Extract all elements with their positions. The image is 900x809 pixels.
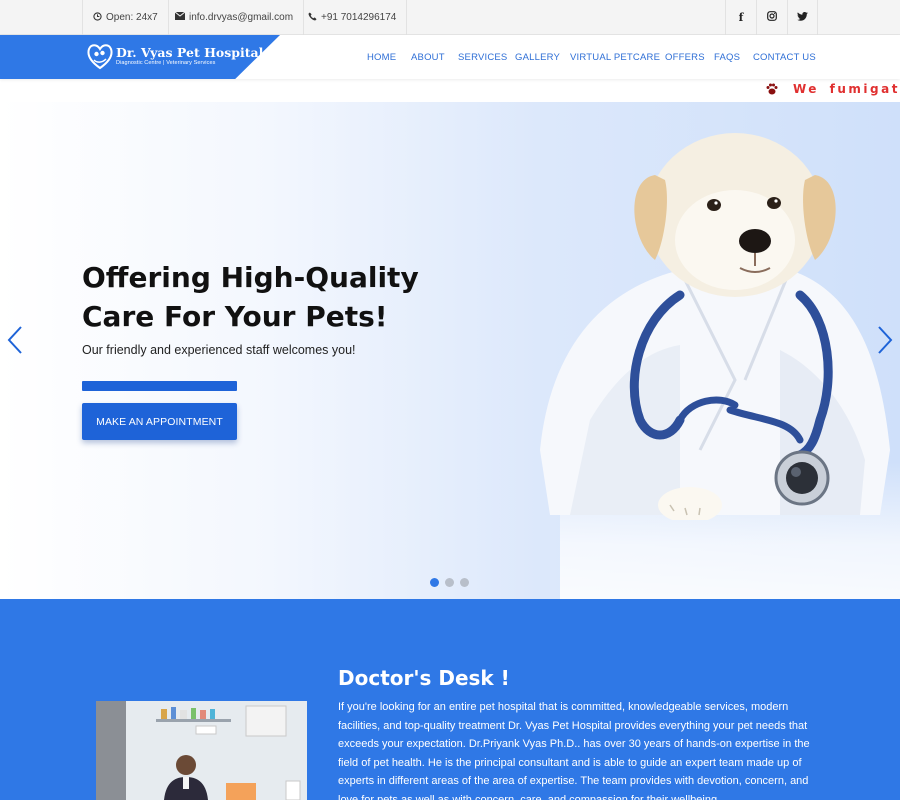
- email-text: info.drvyas@gmail.com: [189, 12, 294, 23]
- hero-subtitle: Our friendly and experienced staff welco…: [82, 343, 356, 357]
- nav-gallery[interactable]: GALLERY: [515, 35, 560, 79]
- email-link[interactable]: info.drvyas@gmail.com: [165, 0, 305, 35]
- instagram-icon: [767, 11, 777, 24]
- phone-text: +91 7014296174: [321, 12, 397, 23]
- slide-dot-2[interactable]: [445, 578, 454, 587]
- twitter-icon: [797, 11, 808, 24]
- doctors-desk-text: If you're looking for an entire pet hosp…: [338, 701, 810, 806]
- hero-title-line-2: Care For Your Pets!: [82, 300, 388, 333]
- twitter-link[interactable]: [787, 0, 818, 35]
- hero-accent-bar: [82, 381, 237, 391]
- chevron-left-icon[interactable]: [6, 325, 24, 355]
- paw-icon: [766, 83, 778, 95]
- nav-faqs[interactable]: FAQS: [714, 35, 740, 79]
- slider-dots: [430, 578, 469, 587]
- announcement-marquee: We fumigate &: [765, 80, 900, 98]
- heart-stethoscope-logo-icon: [87, 44, 113, 70]
- instagram-link[interactable]: [756, 0, 787, 35]
- brand-name[interactable]: Dr. Vyas Pet Hospital: [116, 45, 263, 60]
- nav-contact-us[interactable]: CONTACT US: [753, 35, 816, 79]
- phone-icon: [308, 11, 317, 24]
- make-appointment-button[interactable]: MAKE AN APPOINTMENT: [82, 403, 237, 440]
- chevron-right-icon[interactable]: [876, 325, 894, 355]
- opening-hours-text: Open: 24x7: [106, 12, 158, 23]
- hero-title: Offering High-Quality Care For Your Pets…: [82, 258, 502, 336]
- phone-link[interactable]: +91 7014296174: [298, 0, 408, 35]
- envelope-icon: [174, 11, 186, 23]
- puppy-with-stethoscope-image: [540, 133, 890, 520]
- hero-title-line-1: Offering High-Quality: [82, 261, 419, 294]
- opening-hours: Open: 24x7: [82, 0, 169, 35]
- nav-virtual-petcare[interactable]: VIRTUAL PETCARE: [570, 35, 660, 79]
- facebook-link[interactable]: f: [725, 0, 756, 35]
- nav-about[interactable]: ABOUT: [411, 35, 445, 79]
- marquee-text: We fumigate &: [793, 82, 900, 96]
- slide-dot-3[interactable]: [460, 578, 469, 587]
- facebook-icon: f: [738, 11, 744, 24]
- slide-dot-1[interactable]: [430, 578, 439, 587]
- nav-home[interactable]: HOME: [367, 35, 396, 79]
- clock-icon: [93, 11, 102, 24]
- top-info-bar: Open: 24x7 info.drvyas@gmail.com +91 701…: [0, 0, 900, 35]
- nav-services[interactable]: SERVICES: [458, 35, 507, 79]
- doctor-photo: [96, 701, 307, 800]
- doctors-desk-title: Doctor's Desk !: [338, 666, 510, 690]
- main-header: Dr. Vyas Pet Hospital Diagnostic Centre …: [0, 35, 900, 79]
- brand-tagline: Diagnostic Centre | Veterinary Services: [116, 60, 216, 66]
- nav-offers[interactable]: OFFERS: [665, 35, 705, 79]
